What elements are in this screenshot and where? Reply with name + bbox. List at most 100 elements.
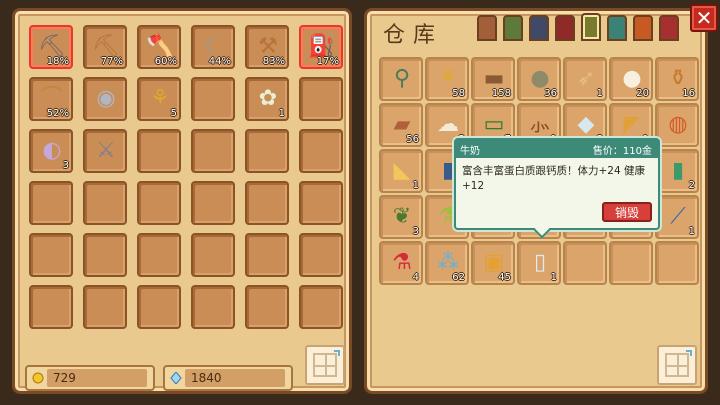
store-slot[interactable]: ● 36 xyxy=(517,57,561,101)
inventory-slot[interactable] xyxy=(245,285,289,329)
expand-corner-icon xyxy=(334,350,340,356)
store-slot[interactable] xyxy=(609,241,653,285)
item-quantity: 58 xyxy=(452,88,465,99)
close-button[interactable]: ✕ xyxy=(690,4,718,32)
inventory-slot[interactable] xyxy=(137,233,181,277)
tab-dark-red[interactable] xyxy=(555,15,575,41)
grid-icon xyxy=(665,353,689,377)
item-quantity: 18% xyxy=(46,56,69,67)
store-slot[interactable]: ▯ 1 xyxy=(517,241,561,285)
inventory-slot[interactable]: ◐ 3 xyxy=(29,129,73,173)
inventory-slot[interactable] xyxy=(299,285,343,329)
item-quantity: 1 xyxy=(412,180,419,191)
store-slot[interactable]: ▣ 45 xyxy=(471,241,515,285)
inventory-slot[interactable]: ◉ xyxy=(83,77,127,121)
store-slot[interactable]: ❦ 3 xyxy=(379,195,423,239)
store-slot[interactable]: ⁂ 62 xyxy=(425,241,469,285)
store-slot[interactable]: ◣ 1 xyxy=(379,149,423,193)
gem-icon xyxy=(170,372,182,384)
item-quantity: 36 xyxy=(544,88,557,99)
tab-navy[interactable] xyxy=(529,15,549,41)
item-quantity: 4 xyxy=(412,272,419,283)
inventory-slot[interactable] xyxy=(137,129,181,173)
inventory-slot[interactable]: ⛽ 17% xyxy=(299,25,343,69)
store-slot[interactable]: ▮ 2 xyxy=(655,149,699,193)
store-slot[interactable]: ⚘ 58 xyxy=(425,57,469,101)
item-quantity: 1 xyxy=(596,88,603,99)
inventory-slot[interactable]: ⛏ 18% xyxy=(29,25,73,69)
inventory-slot[interactable]: ⚔ xyxy=(83,129,127,173)
inventory-slot[interactable] xyxy=(299,129,343,173)
inventory-slot[interactable] xyxy=(191,129,235,173)
shovel-icon: ⚲ xyxy=(393,66,411,91)
inventory-slot[interactable] xyxy=(83,233,127,277)
inventory-slot[interactable] xyxy=(137,181,181,225)
inventory-slot[interactable] xyxy=(245,129,289,173)
tooltip-header: 牛奶 售价：110金 xyxy=(456,140,658,158)
inventory-slot[interactable] xyxy=(191,181,235,225)
store-slot[interactable]: ⟋ 1 xyxy=(655,195,699,239)
inventory-slot[interactable]: 🪓 60% xyxy=(137,25,181,69)
inventory-slot[interactable] xyxy=(137,285,181,329)
tab-green[interactable] xyxy=(503,15,523,41)
store-slot[interactable]: ◍ xyxy=(655,103,699,147)
tooltip-description: 富含丰富蛋白质跟钙质！体力+24 健康+12 xyxy=(462,165,645,192)
inventory-slot[interactable]: ⌒ 52% xyxy=(29,77,73,121)
store-slot[interactable]: ⚗ 4 xyxy=(379,241,423,285)
inventory-slot[interactable]: ☾ 44% xyxy=(191,25,235,69)
store-slot[interactable] xyxy=(563,241,607,285)
item-quantity: 2 xyxy=(688,180,695,191)
tab-brown[interactable] xyxy=(477,15,497,41)
gold-coin-icon xyxy=(32,372,44,384)
storage-expand-button[interactable] xyxy=(657,345,697,385)
tab-red[interactable] xyxy=(659,15,679,41)
store-slot[interactable]: ⚱ 16 xyxy=(655,57,699,101)
inventory-slot[interactable] xyxy=(83,181,127,225)
gold-display: 729 xyxy=(25,365,155,391)
inventory-slot[interactable] xyxy=(299,233,343,277)
inventory-slot[interactable]: ⚒ 83% xyxy=(245,25,289,69)
item-quantity: 56 xyxy=(406,134,419,145)
item-quantity: 16 xyxy=(682,88,695,99)
store-slot[interactable]: ● 20 xyxy=(609,57,653,101)
item-quantity: 1 xyxy=(550,272,557,283)
inventory-slot[interactable] xyxy=(191,285,235,329)
inventory-slot[interactable] xyxy=(29,233,73,277)
gem-display: 1840 xyxy=(163,365,293,391)
item-quantity: 158 xyxy=(491,88,511,99)
inventory-expand-button[interactable] xyxy=(305,345,345,385)
item-quantity: 45 xyxy=(498,272,511,283)
inventory-slot[interactable] xyxy=(299,77,343,121)
tooltip-item-price: 售价：110金 xyxy=(592,146,652,157)
inventory-slot[interactable] xyxy=(191,77,235,121)
inventory-slot[interactable] xyxy=(245,181,289,225)
sword-icon: ⚔ xyxy=(96,138,116,163)
inventory-slot[interactable] xyxy=(299,181,343,225)
item-quantity: 20 xyxy=(636,88,649,99)
inventory-slot[interactable] xyxy=(83,285,127,329)
store-slot[interactable]: ⚲ xyxy=(379,57,423,101)
store-slot[interactable] xyxy=(655,241,699,285)
gem-amount: 1840 xyxy=(191,371,222,385)
tab-teal[interactable] xyxy=(607,15,627,41)
item-quantity: 1 xyxy=(278,108,285,119)
inventory-slot[interactable]: ⚘ 5 xyxy=(137,77,181,121)
item-quantity: 3 xyxy=(62,160,69,171)
item-tooltip: 牛奶 售价：110金 富含丰富蛋白质跟钙质！体力+24 健康+12 销毁 xyxy=(454,138,660,239)
destroy-button[interactable]: 销毁 xyxy=(602,202,652,222)
inventory-slot[interactable]: ⛏ 77% xyxy=(83,25,127,69)
store-slot[interactable]: ▬ 158 xyxy=(471,57,515,101)
inventory-slot[interactable] xyxy=(245,233,289,277)
inventory-slot[interactable]: ✿ 1 xyxy=(245,77,289,121)
item-quantity: 62 xyxy=(452,272,465,283)
store-slot[interactable]: ▰ 56 xyxy=(379,103,423,147)
tab-olive[interactable] xyxy=(581,13,601,41)
item-quantity: 52% xyxy=(46,108,69,119)
item-quantity: 5 xyxy=(170,108,177,119)
inventory-slot[interactable] xyxy=(29,285,73,329)
storage-title: 仓库 xyxy=(383,23,444,48)
inventory-slot[interactable] xyxy=(29,181,73,225)
inventory-slot[interactable] xyxy=(191,233,235,277)
tab-orange[interactable] xyxy=(633,15,653,41)
store-slot[interactable]: ➶ 1 xyxy=(563,57,607,101)
